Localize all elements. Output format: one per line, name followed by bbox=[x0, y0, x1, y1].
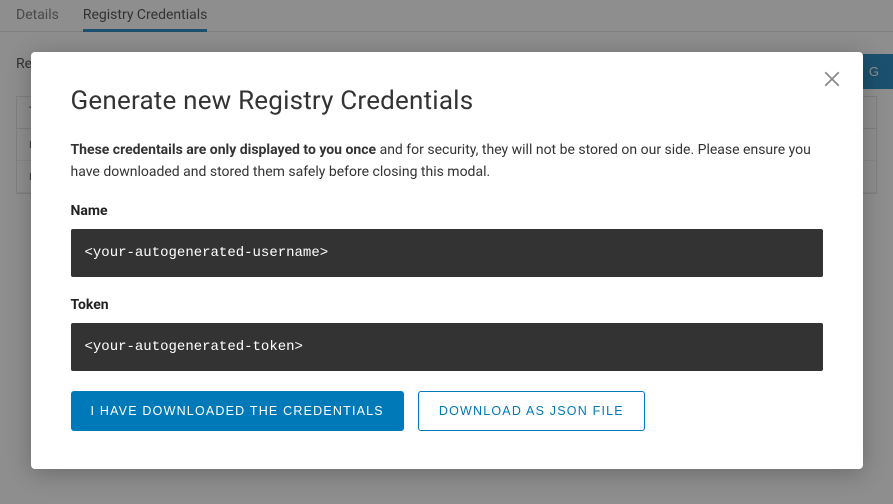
name-value: <your-autogenerated-username> bbox=[71, 229, 823, 277]
close-icon[interactable] bbox=[823, 70, 841, 88]
name-label: Name bbox=[71, 203, 823, 219]
download-json-button[interactable]: DOWNLOAD AS JSON FILE bbox=[418, 391, 645, 431]
confirm-downloaded-button[interactable]: I HAVE DOWNLOADED THE CREDENTIALS bbox=[71, 391, 404, 431]
modal-actions: I HAVE DOWNLOADED THE CREDENTIALS DOWNLO… bbox=[71, 391, 823, 431]
modal-description-bold: These credentails are only displayed to … bbox=[71, 142, 377, 158]
modal-description: These credentails are only displayed to … bbox=[71, 140, 823, 183]
token-value: <your-autogenerated-token> bbox=[71, 323, 823, 371]
modal-overlay: Generate new Registry Credentials These … bbox=[0, 0, 893, 504]
token-label: Token bbox=[71, 297, 823, 313]
modal-title: Generate new Registry Credentials bbox=[71, 86, 823, 116]
generate-credentials-modal: Generate new Registry Credentials These … bbox=[31, 52, 863, 469]
